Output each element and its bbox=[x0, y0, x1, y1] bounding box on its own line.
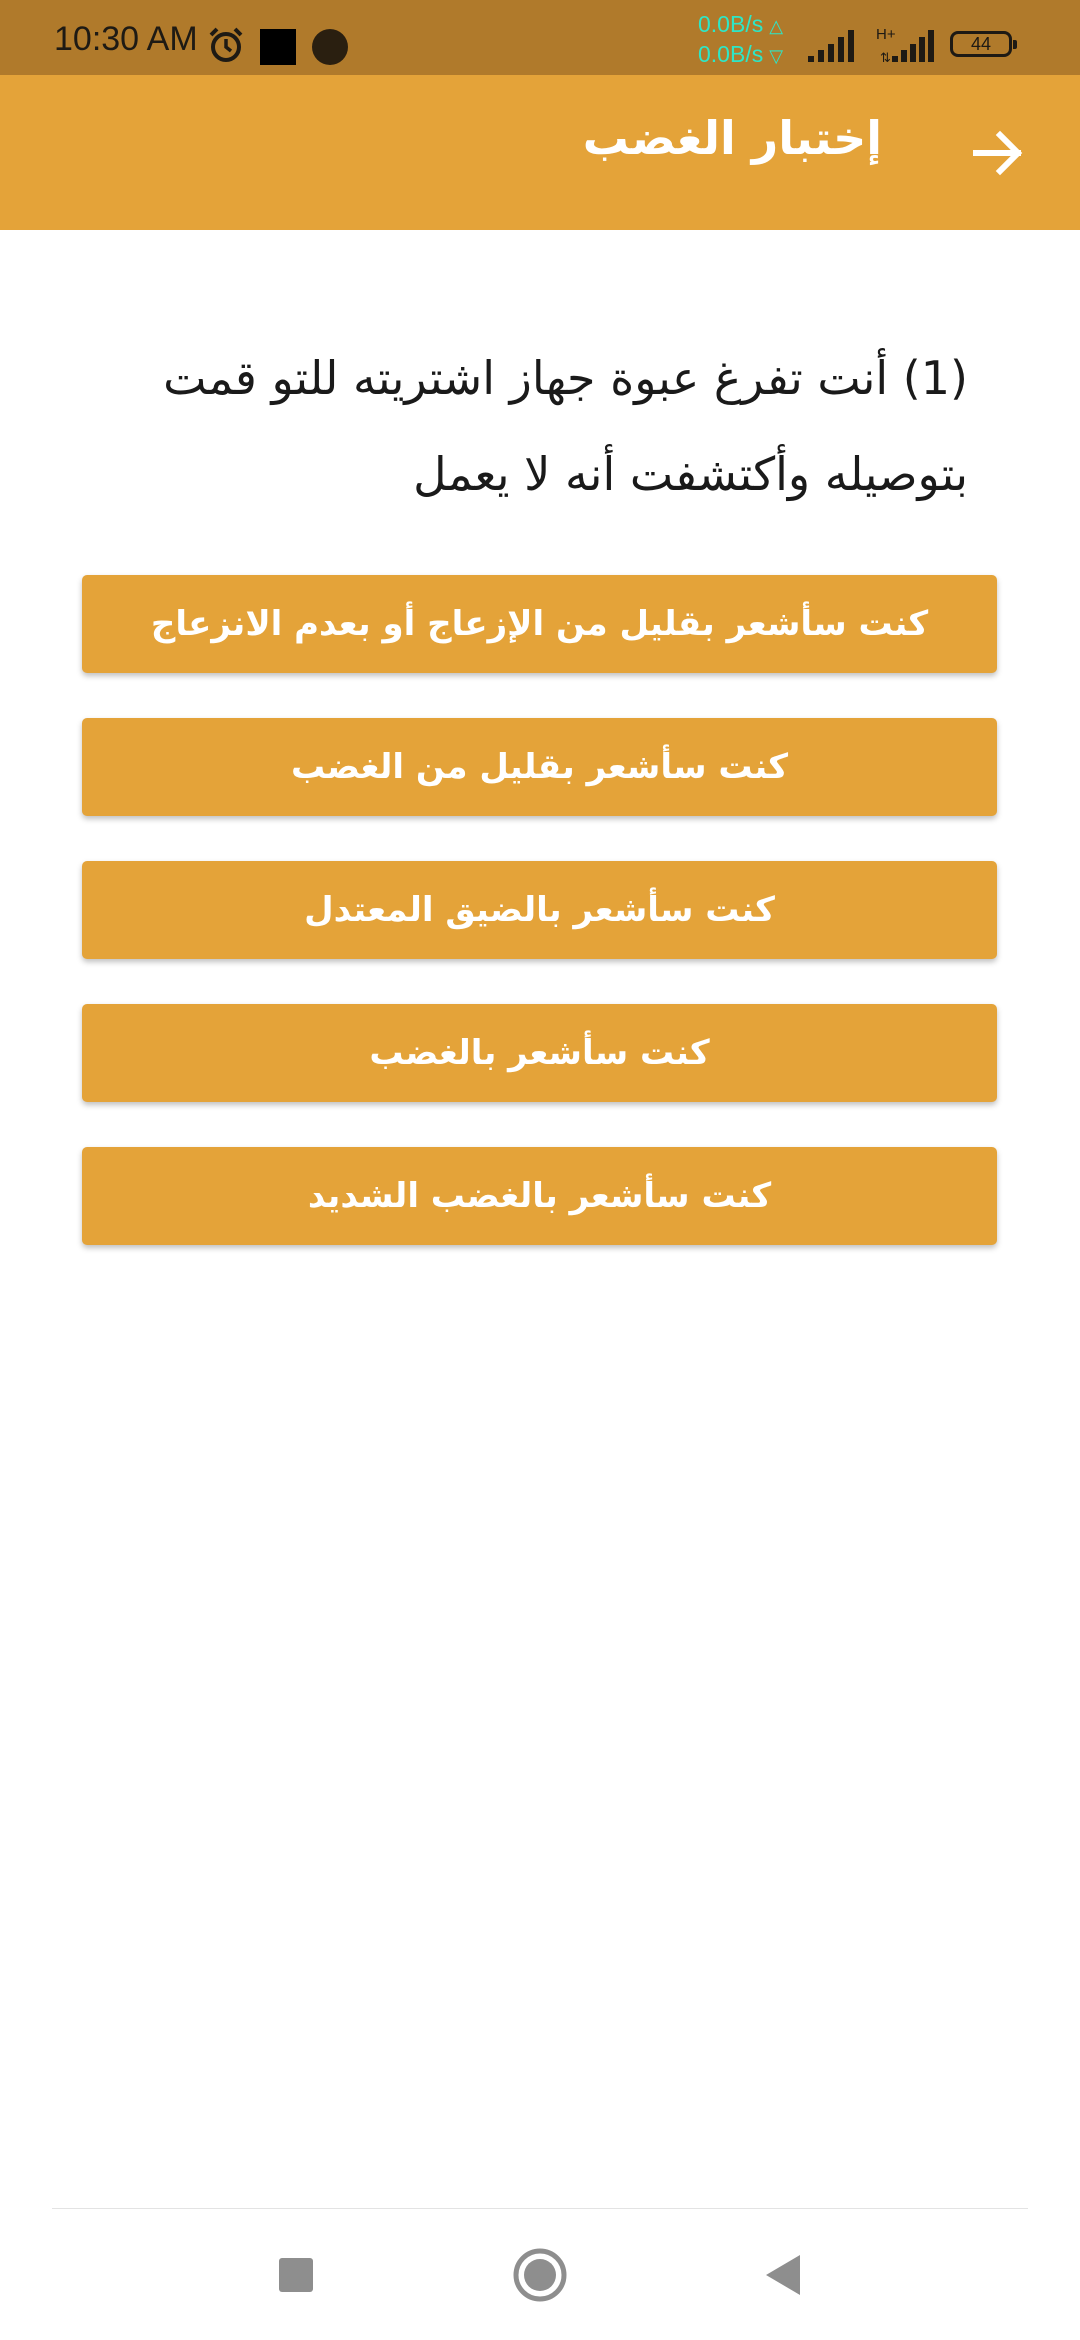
page-title: إختبار الغضب bbox=[582, 111, 882, 165]
option-button-2[interactable]: كنت سأشعر بقليل من الغضب bbox=[82, 718, 997, 816]
app-bar: إختبار الغضب bbox=[0, 75, 1080, 230]
svg-text:⇅: ⇅ bbox=[880, 50, 891, 64]
net-down-label: 0.0B/s bbox=[698, 41, 764, 67]
net-up-label: 0.0B/s bbox=[698, 11, 764, 37]
back-icon[interactable] bbox=[754, 2245, 814, 2305]
option-button-1[interactable]: كنت سأشعر بقليل من الإزعاج أو بعدم الانز… bbox=[82, 575, 997, 673]
battery-icon: 44 bbox=[950, 31, 1017, 57]
alarm-icon bbox=[209, 27, 243, 62]
option-button-4[interactable]: كنت سأشعر بالغضب bbox=[82, 1004, 997, 1102]
status-time: 10:30 AM bbox=[54, 20, 198, 58]
network-speed: 0.0B/s △ 0.0B/s ▽ bbox=[698, 11, 784, 67]
arrow-right-icon[interactable] bbox=[968, 123, 1028, 183]
answer-options: كنت سأشعر بقليل من الإزعاج أو بعدم الانز… bbox=[82, 575, 997, 1290]
system-nav-bar bbox=[0, 2209, 1080, 2340]
option-button-5[interactable]: كنت سأشعر بالغضب الشديد bbox=[82, 1147, 997, 1245]
recent-apps-icon[interactable] bbox=[266, 2245, 326, 2305]
question-text: (1) أنت تفرغ عبوة جهاز اشتريته للتو قمت … bbox=[163, 351, 968, 501]
signal-icon bbox=[808, 30, 854, 62]
option-button-3[interactable]: كنت سأشعر بالضيق المعتدل bbox=[82, 861, 997, 959]
square-notification-icon bbox=[260, 29, 296, 65]
circle-notification-icon bbox=[312, 29, 348, 65]
status-bar: 10:30 AM 0.0B/s △ 0.0B/s ▽ H+ ⇅ 44 bbox=[0, 0, 1080, 75]
signal-icon-2: ⇅ bbox=[880, 30, 934, 64]
home-icon[interactable] bbox=[510, 2245, 570, 2305]
